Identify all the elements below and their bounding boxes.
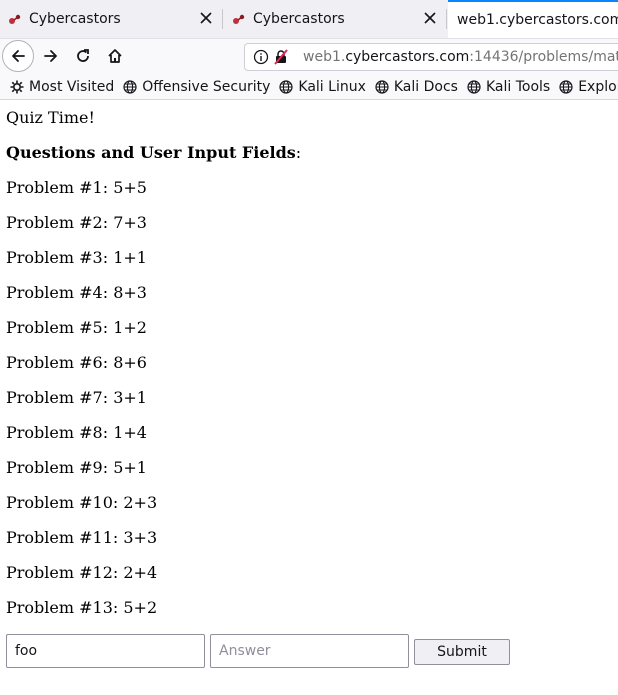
bookmark-kali-docs[interactable]: Kali Docs: [375, 79, 458, 95]
tab-title: Cybercastors: [29, 11, 121, 27]
globe-icon: [123, 79, 137, 94]
submit-button[interactable]: Submit: [414, 639, 510, 665]
bookmark-label: Most Visited: [29, 78, 115, 95]
bookmark-offensive-security[interactable]: Offensive Security: [123, 79, 270, 95]
reload-button[interactable]: [68, 41, 98, 71]
close-tab-icon[interactable]: [423, 11, 437, 25]
answer-input[interactable]: [210, 634, 409, 668]
section-heading-text: Questions and User Input Fields: [6, 143, 296, 162]
home-button[interactable]: [100, 41, 130, 71]
bookmark-label: Kali Linux: [298, 78, 366, 95]
url-text: web1.cybercastors.com:14436/problems/mat…: [303, 49, 618, 65]
home-icon: [108, 49, 122, 63]
castor-favicon-icon: [8, 12, 22, 26]
info-icon[interactable]: [253, 49, 269, 65]
bookmarks-toolbar: Most Visited Offensive Security Kali Lin…: [0, 74, 618, 100]
problem-item: Problem #6: 8+6: [6, 353, 147, 372]
problem-item: Problem #1: 5+5: [6, 178, 147, 197]
bookmark-most-visited[interactable]: Most Visited: [10, 79, 114, 95]
forward-button[interactable]: [36, 41, 66, 71]
bookmark-exploit[interactable]: Exploit: [559, 79, 618, 95]
tab-title: Cybercastors: [253, 11, 345, 27]
reload-icon: [77, 49, 89, 62]
problem-item: Problem #11: 3+3: [6, 528, 158, 547]
problem-item: Problem #5: 1+2: [6, 318, 147, 337]
castor-favicon-icon: [232, 12, 246, 26]
arrow-right-icon: [44, 50, 57, 62]
problem-item: Problem #9: 5+1: [6, 458, 147, 477]
globe-icon: [375, 79, 389, 94]
url-prefix: web1.: [303, 49, 346, 65]
close-tab-icon[interactable]: [199, 11, 213, 25]
gear-icon: [10, 80, 24, 93]
back-button[interactable]: [2, 40, 34, 72]
bookmark-label: Kali Docs: [393, 78, 458, 95]
tab-separator: [446, 9, 447, 29]
bookmark-kali-linux[interactable]: Kali Linux: [279, 78, 366, 95]
bookmark-label: Exploit: [578, 78, 618, 95]
bookmark-kali-tools[interactable]: Kali Tools: [467, 79, 550, 95]
problem-item: Problem #4: 8+3: [6, 283, 147, 302]
tab-cybercastors-2[interactable]: Cybercastors: [224, 0, 446, 38]
globe-icon: [467, 79, 481, 94]
arrow-left-icon: [12, 50, 25, 62]
bookmark-label: Offensive Security: [142, 78, 271, 95]
globe-icon: [279, 79, 294, 94]
section-heading: Questions and User Input Fields:: [6, 143, 301, 162]
url-host: cybercastors.com: [345, 49, 470, 65]
tab-cybercastors-1[interactable]: Cybercastors: [0, 0, 222, 38]
insecure-lock-icon[interactable]: [273, 49, 289, 65]
url-suffix: :14436/problems/math: [469, 49, 618, 65]
problem-item: Problem #8: 1+4: [6, 423, 147, 442]
address-bar[interactable]: web1.cybercastors.com:14436/problems/mat…: [244, 43, 618, 71]
globe-icon: [559, 79, 573, 94]
section-heading-suffix: :: [295, 143, 302, 162]
problem-item: Problem #7: 3+1: [6, 388, 147, 407]
problem-item: Problem #3: 1+1: [6, 248, 147, 267]
tab-title: web1.cybercastors.com:14436/problems/mat…: [457, 12, 618, 28]
tab-separator: [222, 9, 223, 29]
answer-input-filled[interactable]: [6, 634, 205, 668]
bookmark-label: Kali Tools: [485, 78, 551, 95]
tab-active-math[interactable]: web1.cybercastors.com:14436/problems/mat…: [448, 0, 618, 38]
problem-item: Problem #2: 7+3: [6, 213, 147, 232]
problem-item: Problem #12: 2+4: [6, 563, 158, 582]
answer-form: Submit: [6, 634, 612, 668]
page-title: Quiz Time!: [6, 108, 95, 127]
tab-strip: Cybercastors Cybercastors web1.cybercast…: [0, 0, 618, 38]
problem-item: Problem #13: 5+2: [6, 598, 158, 617]
navigation-bar: web1.cybercastors.com:14436/problems/mat…: [0, 38, 618, 74]
problem-item: Problem #10: 2+3: [6, 493, 158, 512]
